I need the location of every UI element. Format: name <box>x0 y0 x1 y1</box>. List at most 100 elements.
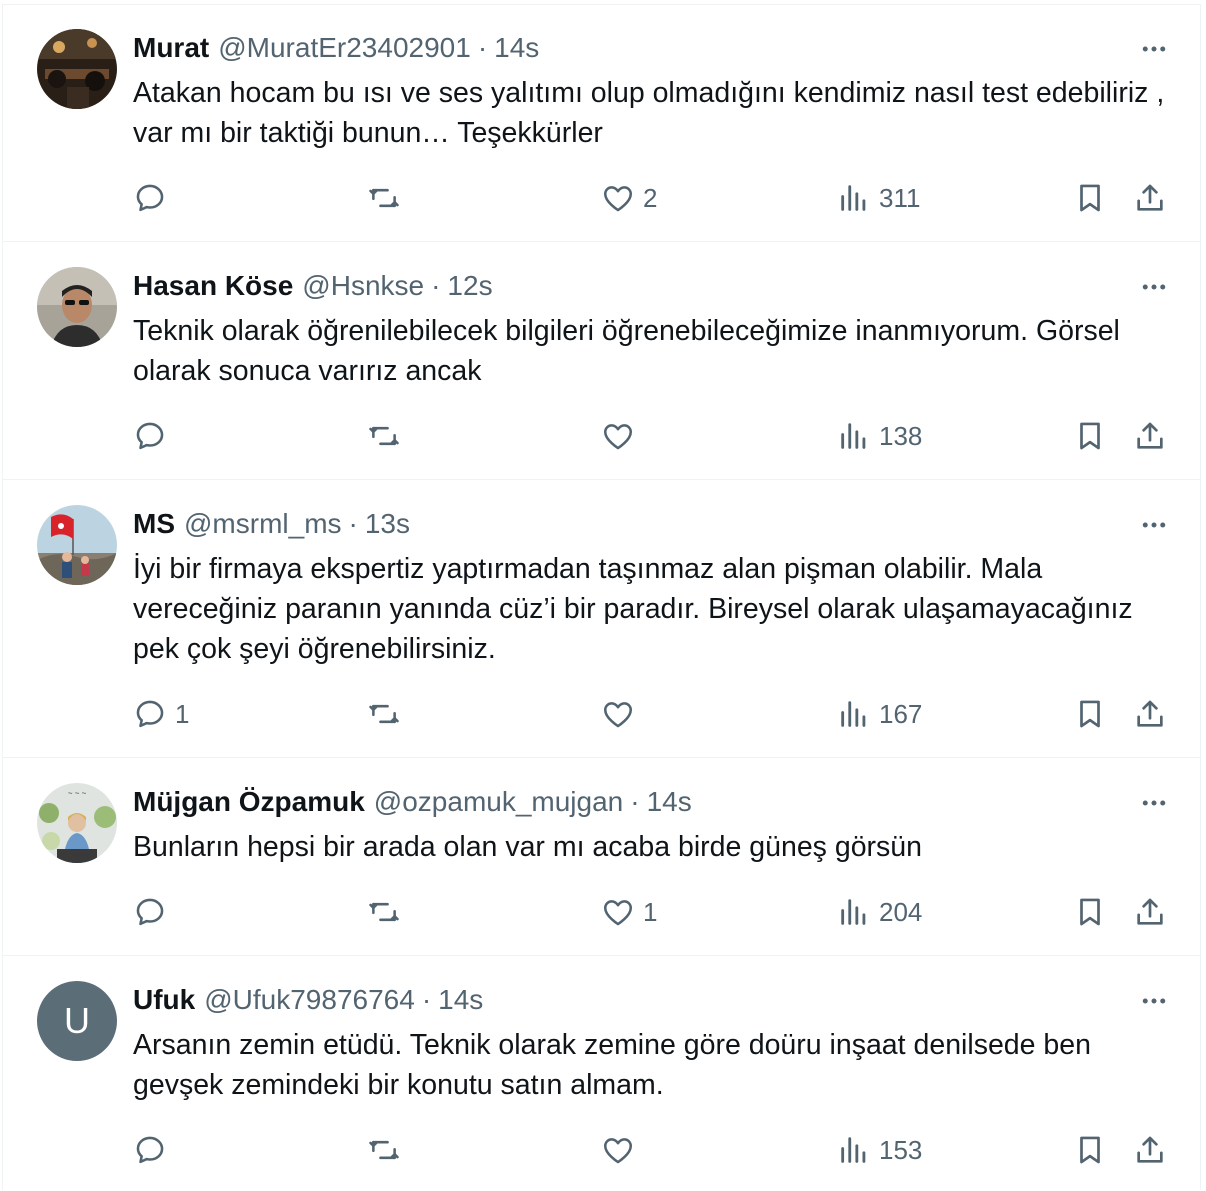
more-icon <box>1142 284 1166 290</box>
bookmark-button[interactable] <box>1073 411 1107 461</box>
retweet-button[interactable] <box>367 887 409 937</box>
separator-dot: · <box>477 32 488 63</box>
retweet-icon <box>369 902 399 922</box>
display-name[interactable]: Hasan Köse <box>133 270 293 302</box>
user-handle[interactable]: @MuratEr23402901 <box>218 32 471 64</box>
avatar[interactable] <box>37 29 117 109</box>
timestamp[interactable]: 14s <box>647 786 692 818</box>
views-icon <box>841 899 866 925</box>
bookmark-icon <box>1080 422 1100 450</box>
separator-dot: · <box>630 786 640 817</box>
avatar[interactable]: ~ ~ ~ <box>37 783 117 863</box>
more-icon <box>1142 800 1166 806</box>
tweet-text: Arsanın zemin etüdü. Teknik olarak zemin… <box>133 1029 1091 1101</box>
bookmark-button[interactable] <box>1073 173 1107 223</box>
like-count: 2 <box>643 182 658 213</box>
reply-button[interactable] <box>133 411 175 461</box>
reply-button[interactable] <box>133 887 175 937</box>
like-button[interactable]: 1 <box>601 887 657 937</box>
tweet-header: Hasan Köse @Hsnkse · 12s <box>133 269 493 303</box>
display-name[interactable]: MS <box>133 508 175 540</box>
views-button[interactable]: 204 <box>837 887 922 937</box>
user-handle[interactable]: @Ufuk79876764 <box>204 984 415 1016</box>
like-button[interactable]: 2 <box>601 173 657 223</box>
reply-button[interactable]: 1 <box>133 689 189 739</box>
bookmark-icon <box>1080 700 1100 728</box>
timestamp[interactable]: 14s <box>494 32 539 64</box>
more-icon <box>1142 522 1166 528</box>
reply-icon <box>136 184 164 212</box>
reply-feed: Murat @MuratEr23402901 · 14s Atakan hoca… <box>2 4 1201 1190</box>
avatar[interactable] <box>37 267 117 347</box>
avatar[interactable]: U <box>37 981 117 1061</box>
tweet[interactable]: MS @msrml_ms · 13s İyi bir firmaya ekspe… <box>3 480 1200 758</box>
share-icon <box>1137 1136 1163 1163</box>
reply-button[interactable] <box>133 1125 175 1175</box>
display-name[interactable]: Murat <box>133 32 209 64</box>
tweet-header: MS @msrml_ms · 13s <box>133 507 410 541</box>
views-button[interactable]: 153 <box>837 1125 922 1175</box>
reply-count: 1 <box>175 698 190 729</box>
share-icon <box>1137 422 1163 449</box>
user-handle[interactable]: @msrml_ms <box>184 508 342 540</box>
tweet[interactable]: Hasan Köse @Hsnkse · 12s Teknik olarak ö… <box>3 242 1200 480</box>
separator-dot: · <box>431 270 441 301</box>
timestamp[interactable]: 14s <box>438 984 483 1016</box>
share-icon <box>1137 700 1163 727</box>
retweet-button[interactable] <box>367 173 409 223</box>
tweet-header: Murat @MuratEr23402901 · 14s <box>133 31 539 65</box>
bookmark-icon <box>1080 184 1100 212</box>
views-count: 153 <box>879 1134 923 1165</box>
action-bar: 138 <box>3 411 1200 461</box>
reply-icon <box>136 422 164 450</box>
like-button[interactable] <box>601 1125 643 1175</box>
separator-dot: · <box>421 984 432 1015</box>
views-button[interactable]: 311 <box>837 173 920 223</box>
timestamp[interactable]: 12s <box>447 270 492 302</box>
retweet-button[interactable] <box>367 1125 409 1175</box>
display-name[interactable]: Ufuk <box>133 984 195 1016</box>
retweet-button[interactable] <box>367 411 409 461</box>
tweet[interactable]: ~ ~ ~ Müjgan Özpamuk @ozpamuk_mujgan · 1… <box>3 758 1200 956</box>
user-handle[interactable]: @ozpamuk_mujgan <box>374 786 623 818</box>
share-button[interactable] <box>1133 689 1167 739</box>
user-handle[interactable]: @Hsnkse <box>302 270 424 302</box>
more-icon <box>1142 998 1166 1004</box>
tweet-text: Bunların hepsi bir arada olan var mı aca… <box>133 831 922 863</box>
bookmark-button[interactable] <box>1073 689 1107 739</box>
like-button[interactable] <box>601 411 643 461</box>
more-button[interactable] <box>1134 981 1174 1021</box>
display-name[interactable]: Müjgan Özpamuk <box>133 786 365 818</box>
share-button[interactable] <box>1133 173 1167 223</box>
more-button[interactable] <box>1134 29 1174 69</box>
more-icon <box>1142 46 1166 52</box>
retweet-button[interactable] <box>367 689 409 739</box>
views-count: 311 <box>879 182 921 213</box>
like-button[interactable] <box>601 689 643 739</box>
views-icon <box>841 423 866 449</box>
more-button[interactable] <box>1134 505 1174 545</box>
bookmark-button[interactable] <box>1073 887 1107 937</box>
reply-button[interactable] <box>133 173 175 223</box>
timestamp[interactable]: 13s <box>365 508 410 540</box>
share-button[interactable] <box>1133 411 1167 461</box>
more-button[interactable] <box>1134 783 1174 823</box>
avatar[interactable] <box>37 505 117 585</box>
views-icon <box>841 185 866 211</box>
bookmark-button[interactable] <box>1073 1125 1107 1175</box>
share-icon <box>1137 898 1163 925</box>
retweet-icon <box>369 1140 399 1160</box>
action-bar: 153 <box>3 1125 1200 1175</box>
share-button[interactable] <box>1133 1125 1167 1175</box>
share-button[interactable] <box>1133 887 1167 937</box>
retweet-icon <box>369 188 399 208</box>
heart-icon <box>603 424 633 450</box>
views-icon <box>841 701 866 727</box>
views-button[interactable]: 138 <box>837 411 922 461</box>
reply-icon <box>136 898 164 926</box>
views-button[interactable]: 167 <box>837 689 922 739</box>
tweet[interactable]: U Ufuk @Ufuk79876764 · 14s Arsanın zemin… <box>3 956 1200 1191</box>
more-button[interactable] <box>1134 267 1174 307</box>
retweet-icon <box>369 426 399 446</box>
tweet[interactable]: Murat @MuratEr23402901 · 14s Atakan hoca… <box>3 5 1200 242</box>
